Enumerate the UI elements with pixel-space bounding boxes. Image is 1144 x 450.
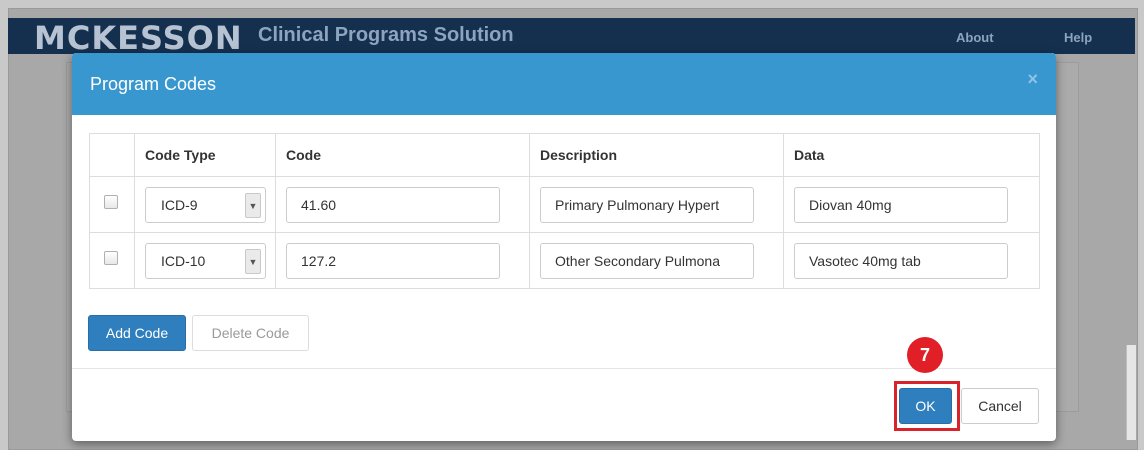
code-cell: 41.60: [275, 176, 530, 233]
scrollbar[interactable]: [1126, 345, 1136, 440]
code-input[interactable]: 41.60: [286, 186, 500, 223]
data-input[interactable]: Diovan 40mg: [794, 186, 1008, 223]
code-type-select[interactable]: ICD-10 ▼: [145, 242, 266, 279]
select-column-header: [89, 133, 135, 177]
data-column-header: Data: [783, 133, 1040, 177]
ok-button[interactable]: OK: [899, 388, 952, 424]
caret-down-icon[interactable]: ▼: [245, 248, 261, 274]
description-cell: Other Secondary Pulmona: [529, 232, 784, 289]
cancel-button[interactable]: Cancel: [961, 388, 1039, 424]
caret-down-icon[interactable]: ▼: [245, 192, 261, 218]
code-type-column-header: Code Type: [134, 133, 276, 177]
row-select-cell: [89, 232, 135, 289]
modal-header: Program Codes ×: [72, 53, 1056, 115]
code-type-cell: ICD-10 ▼: [134, 232, 276, 289]
brand-logo: MCKESSON: [34, 19, 243, 57]
code-type-select[interactable]: ICD-9 ▼: [145, 186, 266, 223]
code-cell: 127.2: [275, 232, 530, 289]
row-select-cell: [89, 176, 135, 233]
step-badge: 7: [907, 337, 943, 373]
description-cell: Primary Pulmonary Hypert: [529, 176, 784, 233]
modal-title: Program Codes: [90, 74, 217, 94]
code-input[interactable]: 127.2: [286, 242, 500, 279]
row-checkbox[interactable]: [104, 195, 118, 209]
nav-about-link[interactable]: About: [956, 30, 994, 45]
description-input[interactable]: Other Secondary Pulmona: [540, 242, 754, 279]
table-row: ICD-10 ▼ 127.2 Other Secondary Pulmona V…: [89, 232, 1040, 289]
code-type-cell: ICD-9 ▼: [134, 176, 276, 233]
description-input[interactable]: Primary Pulmonary Hypert: [540, 186, 754, 223]
nav-help-link[interactable]: Help: [1064, 30, 1092, 45]
code-type-value: ICD-9: [161, 196, 198, 213]
footer-divider: [72, 368, 1056, 369]
description-column-header: Description: [529, 133, 784, 177]
table-row: ICD-9 ▼ 41.60 Primary Pulmonary Hypert D…: [89, 176, 1040, 233]
program-codes-table: Code Type Code Description Data ICD-9 ▼ …: [89, 133, 1040, 289]
top-navbar: MCKESSON Clinical Programs Solution Abou…: [8, 18, 1135, 57]
product-name: Clinical Programs Solution: [258, 24, 514, 46]
data-input[interactable]: Vasotec 40mg tab: [794, 242, 1008, 279]
code-column-header: Code: [275, 133, 530, 177]
table-header-row: Code Type Code Description Data: [89, 133, 1040, 177]
add-code-button[interactable]: Add Code: [88, 315, 186, 351]
row-checkbox[interactable]: [104, 251, 118, 265]
data-cell: Vasotec 40mg tab: [783, 232, 1040, 289]
close-icon[interactable]: ×: [1027, 69, 1038, 90]
code-type-value: ICD-10: [161, 252, 206, 269]
delete-code-button[interactable]: Delete Code: [192, 315, 309, 351]
program-codes-modal: Program Codes × Code Type Code Descripti…: [72, 53, 1056, 441]
data-cell: Diovan 40mg: [783, 176, 1040, 233]
